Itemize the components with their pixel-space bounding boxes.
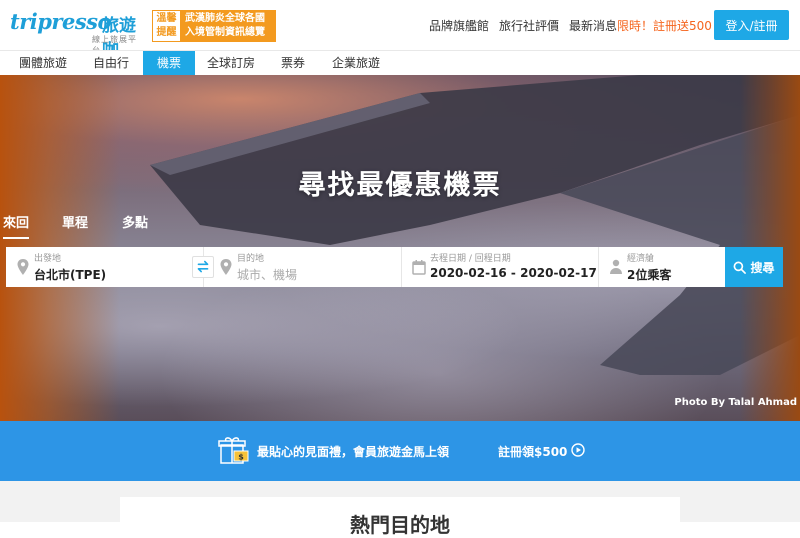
passenger-cabin-field[interactable]: 經濟艙 2位乘客: [599, 247, 725, 287]
news-prefix: 最新消息: [569, 19, 618, 33]
tab-group-tours[interactable]: 團體旅遊: [8, 51, 78, 76]
member-promo-banner[interactable]: $ 最貼心的見面禮，會員旅遊金馬上領 註冊領$500: [0, 421, 800, 481]
play-circle-icon[interactable]: [571, 443, 585, 457]
trip-type-roundtrip[interactable]: 來回: [3, 212, 30, 239]
passenger-value: 2位乘客: [627, 268, 672, 282]
origin-value: 台北市(TPE): [34, 268, 107, 282]
destination-label: 目的地: [237, 254, 265, 264]
svg-text:$: $: [238, 453, 244, 462]
tab-free-travel[interactable]: 自由行: [80, 51, 142, 76]
register-cta[interactable]: 註冊領$500: [498, 443, 567, 460]
origin-field[interactable]: 出發地 台北市(TPE): [6, 247, 214, 287]
product-tab-bar: 團體旅遊 自由行 機票 全球訂房 票券 企業旅遊: [0, 50, 800, 76]
agency-review-link[interactable]: 旅行社評價: [499, 17, 559, 34]
news-highlight: 限時！註冊送500！: [617, 19, 724, 33]
search-button-label: 搜尋: [750, 260, 775, 275]
tab-hotels[interactable]: 全球訂房: [198, 51, 264, 76]
destination-placeholder: 城市、機場: [237, 268, 298, 282]
top-header: tripresso 旅遊咖 線上旅展平台 溫馨提醒 武漢肺炎全球各國入境管制資訊…: [0, 0, 800, 61]
tab-tickets[interactable]: 票券: [270, 51, 316, 76]
flight-search-bar: 出發地 台北市(TPE) 目的地 城市、機場 去程日期 / 回程日期 2020-…: [6, 247, 783, 287]
brand-flagship-link[interactable]: 品牌旗艦館: [429, 17, 489, 34]
latest-news-link[interactable]: 最新消息限時！註冊送500！: [569, 17, 724, 34]
tab-corporate-travel[interactable]: 企業旅遊: [324, 51, 388, 76]
photo-credit: Photo By Talal Ahmad: [674, 397, 797, 408]
location-pin-icon: [220, 259, 232, 275]
search-icon: [734, 261, 747, 274]
date-range-field[interactable]: 去程日期 / 回程日期 2020-02-16 - 2020-02-17: [402, 247, 599, 287]
date-label: 去程日期 / 回程日期: [430, 254, 511, 264]
popular-destinations-title: 熱門目的地: [350, 513, 450, 537]
popular-destinations-section: 熱門目的地: [0, 481, 800, 537]
search-button[interactable]: 搜尋: [725, 247, 783, 287]
person-icon: [610, 259, 622, 274]
trip-type-oneway[interactable]: 單程: [62, 212, 88, 231]
promo-text: 最貼心的見面禮，會員旅遊金馬上領: [257, 445, 450, 459]
location-pin-icon: [17, 259, 29, 275]
hero-section: 尋找最優惠機票 來回 單程 多點 出發地 台北市(TPE) 目的地 城市、機場 …: [0, 75, 800, 421]
cabin-label: 經濟艙: [627, 254, 655, 264]
tripresso-logo[interactable]: tripresso 旅遊咖 線上旅展平台: [10, 9, 145, 61]
logo-wordmark: tripresso: [10, 9, 112, 34]
notice-text: 武漢肺炎全球各國入境管制資訊總覽: [181, 11, 275, 41]
notice-tag: 溫馨提醒: [153, 11, 181, 41]
covid-notice-banner[interactable]: 溫馨提醒 武漢肺炎全球各國入境管制資訊總覽: [152, 10, 276, 42]
calendar-icon: [412, 260, 426, 275]
destination-field[interactable]: 目的地 城市、機場: [204, 247, 402, 287]
login-register-button[interactable]: 登入/註冊: [714, 10, 789, 40]
date-value: 2020-02-16 - 2020-02-17: [430, 266, 597, 280]
tab-flights[interactable]: 機票: [143, 51, 195, 76]
gift-voucher-icon: $: [218, 437, 249, 464]
origin-label: 出發地: [34, 254, 62, 264]
trip-type-multicity[interactable]: 多點: [122, 212, 148, 231]
hero-title: 尋找最優惠機票: [298, 170, 502, 201]
